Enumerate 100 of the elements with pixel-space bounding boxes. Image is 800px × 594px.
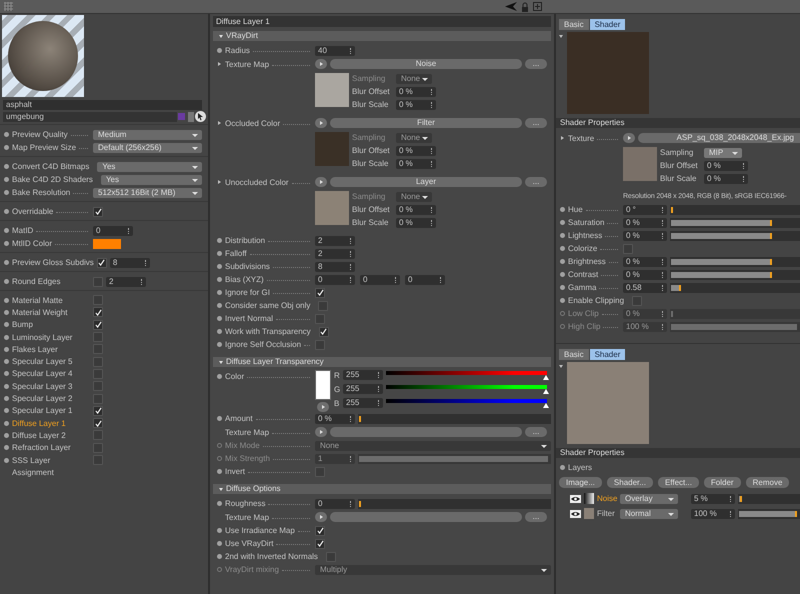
number-field[interactable]: 8	[110, 258, 150, 268]
dropdown[interactable]: Default (256x256)	[93, 142, 202, 152]
tab[interactable]: Basic	[559, 19, 589, 30]
number-field[interactable]: 255	[343, 398, 383, 408]
color-swatch[interactable]	[93, 238, 121, 248]
channel-item[interactable]: Material Weight	[12, 308, 68, 317]
channel-item[interactable]: Specular Layer 1	[12, 406, 72, 416]
number-field[interactable]: 2	[315, 248, 355, 258]
dot-icon[interactable]	[217, 567, 222, 572]
number-field[interactable]: 0	[93, 226, 133, 236]
checkbox[interactable]	[632, 296, 642, 306]
dropdown[interactable]: 512x512 16Bit (2 MB)	[93, 188, 202, 198]
dot-icon[interactable]	[4, 298, 9, 303]
number-field[interactable]: 0 %	[315, 414, 355, 424]
dot-icon[interactable]	[4, 177, 9, 182]
number-field[interactable]: 5 %	[691, 494, 735, 504]
slider-fill[interactable]	[671, 284, 682, 290]
checkbox[interactable]	[93, 381, 103, 392]
dot-icon[interactable]	[217, 374, 222, 379]
color-slider[interactable]	[386, 398, 547, 408]
slider-track[interactable]	[670, 204, 800, 214]
dot-icon[interactable]	[560, 311, 565, 316]
dot-icon[interactable]	[4, 371, 9, 376]
blend-mode-dropdown[interactable]: Normal	[620, 508, 678, 518]
slider-track[interactable]	[670, 256, 800, 266]
new-window-icon[interactable]	[533, 2, 542, 11]
slider-fill[interactable]	[671, 258, 772, 264]
slider-track[interactable]	[670, 282, 800, 292]
shader-slot-button[interactable]: Filter	[330, 118, 522, 128]
layer-name[interactable]: Noise	[597, 494, 617, 503]
number-field[interactable]: 0 %	[623, 270, 667, 280]
checkbox[interactable]	[93, 332, 103, 342]
checkbox[interactable]	[623, 244, 633, 254]
dot-icon[interactable]	[217, 541, 222, 546]
expand-arrow-icon[interactable]	[218, 121, 221, 125]
checkbox[interactable]	[93, 295, 103, 306]
dot-icon[interactable]	[217, 251, 222, 256]
more-button[interactable]: ...	[525, 177, 547, 187]
number-field[interactable]: 0 %	[396, 86, 436, 96]
cursor-icon[interactable]	[195, 111, 206, 122]
checkbox[interactable]	[93, 406, 103, 416]
dropdown[interactable]: Yes	[100, 174, 202, 184]
checkbox[interactable]	[315, 340, 325, 350]
number-field[interactable]: 0	[315, 274, 355, 284]
slider-track[interactable]	[358, 498, 551, 508]
more-button[interactable]: ...	[525, 512, 547, 522]
dot-icon[interactable]	[560, 220, 565, 225]
number-field[interactable]: 0 %	[704, 174, 748, 184]
dot-icon[interactable]	[4, 164, 9, 169]
dot-icon[interactable]	[4, 132, 9, 137]
dot-icon[interactable]	[217, 329, 222, 334]
channel-item[interactable]: Bump	[12, 320, 33, 330]
dot-icon[interactable]	[4, 432, 9, 438]
dropdown[interactable]: Medium	[93, 130, 202, 140]
slider-track[interactable]	[670, 308, 800, 318]
dot-icon[interactable]	[560, 298, 565, 303]
slider-track[interactable]	[670, 270, 800, 280]
number-field[interactable]: 255	[343, 384, 383, 394]
slider-track[interactable]	[738, 494, 800, 504]
arrow-left-icon[interactable]	[505, 2, 517, 11]
checkbox[interactable]	[93, 430, 103, 440]
checkbox[interactable]	[315, 538, 325, 548]
slider-fill[interactable]	[739, 496, 742, 502]
section-header[interactable]: Diffuse Options	[213, 484, 551, 494]
more-button[interactable]: ...	[525, 427, 547, 437]
grid-icon[interactable]	[4, 2, 13, 11]
number-field[interactable]: 2	[315, 236, 355, 246]
dot-icon[interactable]	[560, 285, 565, 290]
checkbox[interactable]	[93, 394, 103, 404]
checkbox[interactable]	[93, 320, 103, 330]
number-field[interactable]: 0.58	[623, 282, 667, 292]
blend-mode-dropdown[interactable]: Overlay	[620, 494, 678, 504]
channel-item[interactable]: Specular Layer 5	[12, 357, 72, 366]
checkbox[interactable]	[315, 526, 325, 536]
checkbox[interactable]	[93, 307, 103, 318]
section-header[interactable]: VRayDirt	[213, 31, 551, 41]
dot-icon[interactable]	[560, 272, 565, 277]
lock-icon[interactable]	[521, 2, 529, 12]
number-field[interactable]: 0	[360, 274, 400, 284]
slider-thumb[interactable]	[543, 389, 549, 394]
expand-arrow-icon[interactable]	[218, 180, 221, 184]
channel-item[interactable]: Refraction Layer	[12, 443, 71, 452]
channel-item[interactable]: Specular Layer 4	[12, 369, 72, 378]
layer-action-button[interactable]: Shader...	[606, 477, 653, 488]
menu-arrow-button[interactable]	[315, 512, 327, 522]
slider-track[interactable]	[670, 230, 800, 240]
dot-icon[interactable]	[217, 342, 222, 347]
checkbox[interactable]	[93, 442, 103, 453]
slider-track[interactable]	[670, 218, 800, 228]
checkbox[interactable]	[326, 552, 336, 562]
number-field[interactable]: 2	[106, 276, 146, 286]
dot-icon[interactable]	[217, 277, 222, 282]
color-slider[interactable]	[386, 384, 547, 394]
dot-icon[interactable]	[560, 233, 565, 238]
checkbox[interactable]	[93, 368, 103, 379]
slider-track[interactable]	[358, 454, 551, 464]
number-field[interactable]: 0	[405, 274, 445, 284]
dot-icon[interactable]	[4, 458, 9, 462]
section-header[interactable]: Diffuse Layer Transparency	[213, 357, 551, 367]
layer-action-button[interactable]: Effect...	[658, 477, 699, 488]
